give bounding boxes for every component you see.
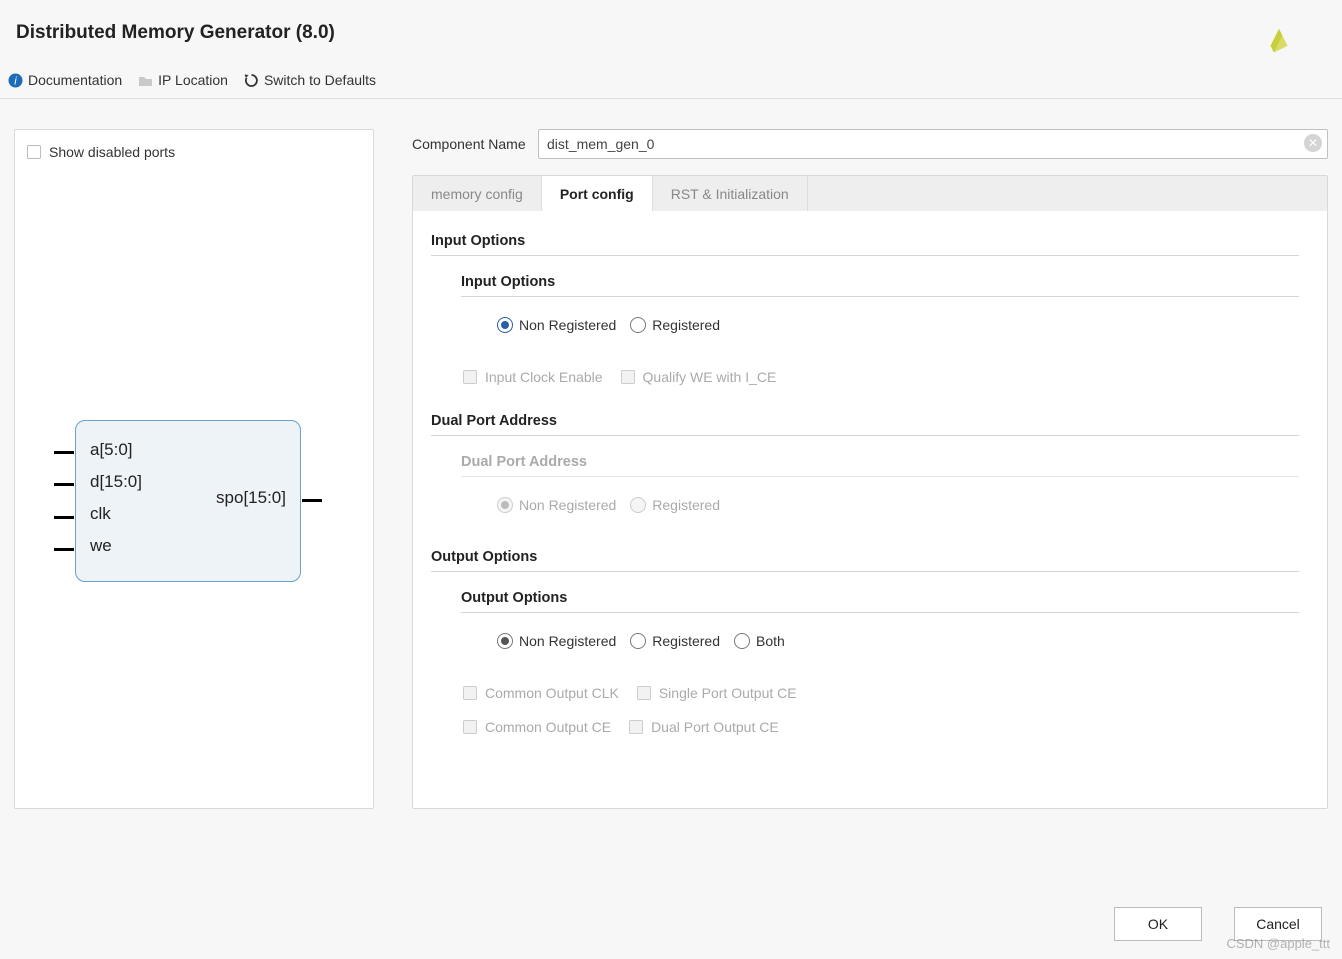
vendor-logo-icon	[1262, 22, 1296, 56]
output-radio-non-registered[interactable]: Non Registered	[497, 633, 616, 649]
port-pin-icon	[302, 499, 322, 502]
dual-port-radio-non-registered: Non Registered	[497, 497, 616, 513]
content-area: Show disabled ports a[5:0] d[15:0] clk w…	[0, 99, 1342, 809]
show-disabled-ports-checkbox[interactable]: Show disabled ports	[27, 144, 361, 160]
toolbar: i Documentation IP Location Switch to De…	[0, 64, 1342, 99]
show-disabled-label: Show disabled ports	[49, 144, 175, 160]
switch-defaults-link[interactable]: Switch to Defaults	[244, 72, 376, 88]
documentation-link[interactable]: i Documentation	[8, 72, 122, 88]
output-options-heading: Output Options	[431, 549, 1299, 572]
dual-port-heading: Dual Port Address	[431, 413, 1299, 436]
radio-icon	[630, 633, 646, 649]
qualify-we-ice-checkbox: Qualify WE with I_CE	[621, 369, 777, 385]
port-label: a[5:0]	[90, 439, 286, 461]
ip-location-link[interactable]: IP Location	[138, 72, 228, 88]
checkbox-icon	[629, 720, 643, 734]
component-name-label: Component Name	[412, 136, 530, 152]
dialog-footer: OK Cancel	[1114, 907, 1322, 941]
tab-port-config[interactable]: Port config	[542, 176, 653, 212]
output-radio-registered[interactable]: Registered	[630, 633, 720, 649]
single-port-output-ce-checkbox: Single Port Output CE	[637, 685, 797, 701]
dual-port-radio-registered: Registered	[630, 497, 720, 513]
dual-port-output-ce-checkbox: Dual Port Output CE	[629, 719, 779, 735]
input-options-heading: Input Options	[431, 233, 1299, 256]
radio-icon	[497, 317, 513, 333]
checkbox-icon	[463, 370, 477, 384]
radio-icon	[630, 317, 646, 333]
input-options-subheading: Input Options	[461, 274, 1299, 297]
checkbox-icon	[463, 720, 477, 734]
checkbox-icon	[27, 145, 41, 159]
tab-memory-config[interactable]: memory config	[413, 176, 542, 211]
port-pin-icon	[54, 483, 74, 486]
symbol-preview-panel: Show disabled ports a[5:0] d[15:0] clk w…	[14, 129, 374, 809]
checkbox-icon	[463, 686, 477, 700]
output-options-subheading: Output Options	[461, 590, 1299, 613]
dual-port-subheading: Dual Port Address	[461, 454, 1299, 477]
ip-symbol: a[5:0] d[15:0] clk we spo[15:0]	[75, 420, 301, 582]
tab-scroll-area[interactable]: Input Options Input Options Non Register…	[413, 211, 1327, 808]
radio-icon	[497, 633, 513, 649]
component-name-input[interactable]	[538, 129, 1328, 159]
input-radio-registered[interactable]: Registered	[630, 317, 720, 333]
documentation-label: Documentation	[28, 72, 122, 88]
clear-input-icon[interactable]: ✕	[1304, 134, 1322, 152]
ok-button[interactable]: OK	[1114, 907, 1202, 941]
radio-icon	[734, 633, 750, 649]
output-radio-both[interactable]: Both	[734, 633, 785, 649]
port-pin-icon	[54, 451, 74, 454]
cancel-button[interactable]: Cancel	[1234, 907, 1322, 941]
ip-block: a[5:0] d[15:0] clk we spo[15:0]	[75, 420, 301, 582]
config-tabs: memory config Port config RST & Initiali…	[412, 175, 1328, 211]
page-title: Distributed Memory Generator (8.0)	[16, 22, 335, 44]
input-clock-enable-checkbox: Input Clock Enable	[463, 369, 603, 385]
common-output-clk-checkbox: Common Output CLK	[463, 685, 619, 701]
input-radio-non-registered[interactable]: Non Registered	[497, 317, 616, 333]
info-icon: i	[8, 73, 23, 88]
refresh-icon	[244, 73, 259, 88]
radio-icon	[630, 497, 646, 513]
component-name-row: Component Name ✕	[412, 129, 1328, 159]
port-pin-icon	[54, 516, 74, 519]
radio-icon	[497, 497, 513, 513]
header-bar: Distributed Memory Generator (8.0)	[0, 0, 1342, 64]
checkbox-icon	[621, 370, 635, 384]
port-label: we	[90, 535, 286, 557]
common-output-ce-checkbox: Common Output CE	[463, 719, 611, 735]
tab-body: Input Options Input Options Non Register…	[412, 211, 1328, 809]
ip-location-label: IP Location	[158, 72, 228, 88]
folder-icon	[138, 74, 153, 87]
tab-rst-initialization[interactable]: RST & Initialization	[653, 176, 808, 211]
config-panel: Component Name ✕ memory config Port conf…	[412, 129, 1328, 809]
switch-defaults-label: Switch to Defaults	[264, 72, 376, 88]
port-pin-icon	[54, 548, 74, 551]
port-label: spo[15:0]	[216, 488, 286, 508]
checkbox-icon	[637, 686, 651, 700]
